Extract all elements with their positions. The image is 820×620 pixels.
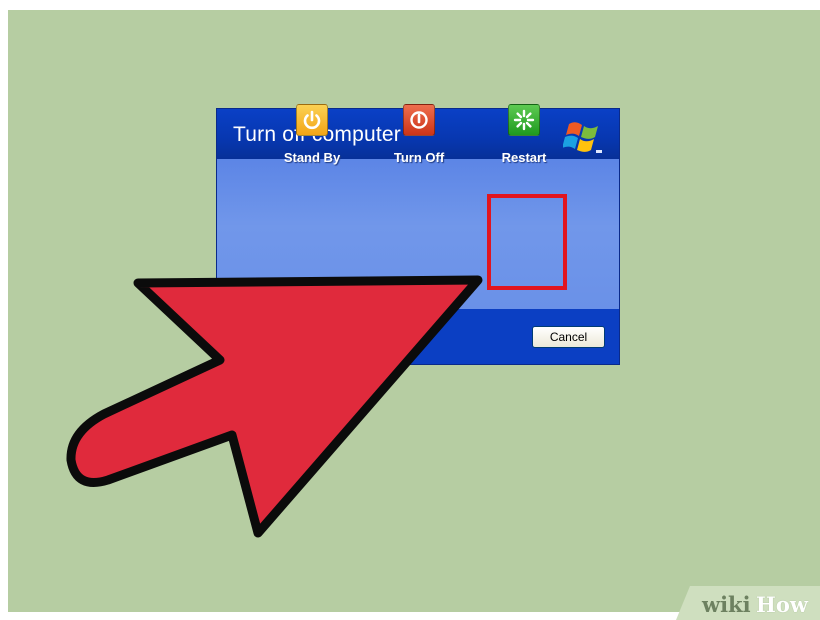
turn-off-label: Turn Off [393, 150, 445, 165]
stand-by-button[interactable] [296, 104, 328, 136]
restart-button[interactable] [508, 104, 540, 136]
power-icon [303, 110, 321, 130]
cancel-button[interactable]: Cancel [532, 326, 605, 348]
stand-by-label: Stand By [283, 150, 341, 165]
windows-xp-logo-icon [563, 122, 602, 153]
watermark-wiki: wiki [702, 592, 751, 617]
wikihow-watermark: wiki How [676, 586, 820, 620]
watermark-how: How [756, 592, 808, 617]
power-off-icon [410, 111, 428, 129]
restart-option[interactable]: Restart [479, 104, 569, 165]
restart-label: Restart [501, 150, 547, 165]
turn-off-button[interactable] [403, 104, 435, 136]
restart-icon [513, 109, 535, 131]
restart-highlight-box [487, 194, 567, 290]
stand-by-option[interactable]: Stand By [267, 104, 357, 165]
turn-off-option[interactable]: Turn Off [374, 104, 464, 165]
